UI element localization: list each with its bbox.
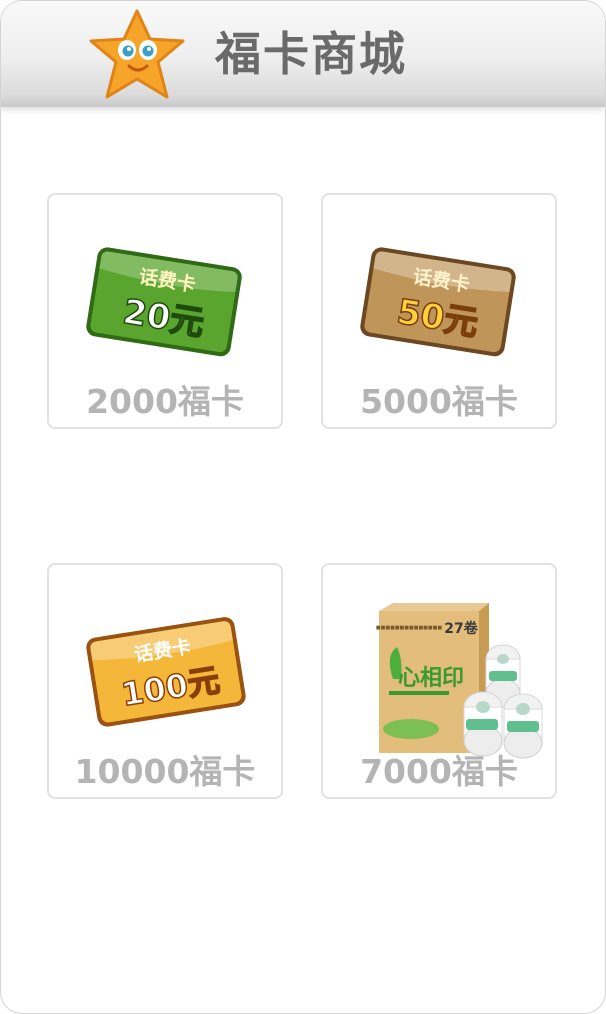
tissue-box-icon: ■■■■■■■■■■■■■■ 27卷 心相印 xyxy=(376,603,543,759)
box-label: 27卷 xyxy=(444,620,478,637)
product-tile-20-yuan-card[interactable]: 话费卡 20元 2000福卡 xyxy=(47,193,283,429)
price-label: 7000福卡 xyxy=(360,752,518,791)
product-tile-50-yuan-card[interactable]: 话费卡 50元 5000福卡 xyxy=(321,193,557,429)
price-label: 5000福卡 xyxy=(360,382,518,421)
product-tile-100-yuan-card[interactable]: 话费卡 100元 10000福卡 xyxy=(47,563,283,799)
phone-card-100-icon: 话费卡 100元 xyxy=(86,617,246,727)
svg-text:■■■■■■■■■■■■■■: ■■■■■■■■■■■■■■ xyxy=(376,625,442,631)
header-bar: 福卡商城 xyxy=(1,1,605,107)
price-label: 2000福卡 xyxy=(86,382,244,421)
brand-label: 心相印 xyxy=(398,666,464,691)
phone-card-50-icon: 话费卡 50元 xyxy=(360,247,516,357)
page-title: 福卡商城 xyxy=(215,27,407,81)
product-tile-tissue-box[interactable]: ■■■■■■■■■■■■■■ 27卷 心相印 7000福卡 xyxy=(321,563,557,799)
star-mascot-icon xyxy=(89,9,185,99)
price-label: 10000福卡 xyxy=(74,752,256,791)
mall-window: 福卡商城 话费卡 20元 2000福卡 话费卡 50元 5000福卡 话费卡 1… xyxy=(0,0,606,1014)
phone-card-20-icon: 话费卡 20元 xyxy=(86,247,242,357)
